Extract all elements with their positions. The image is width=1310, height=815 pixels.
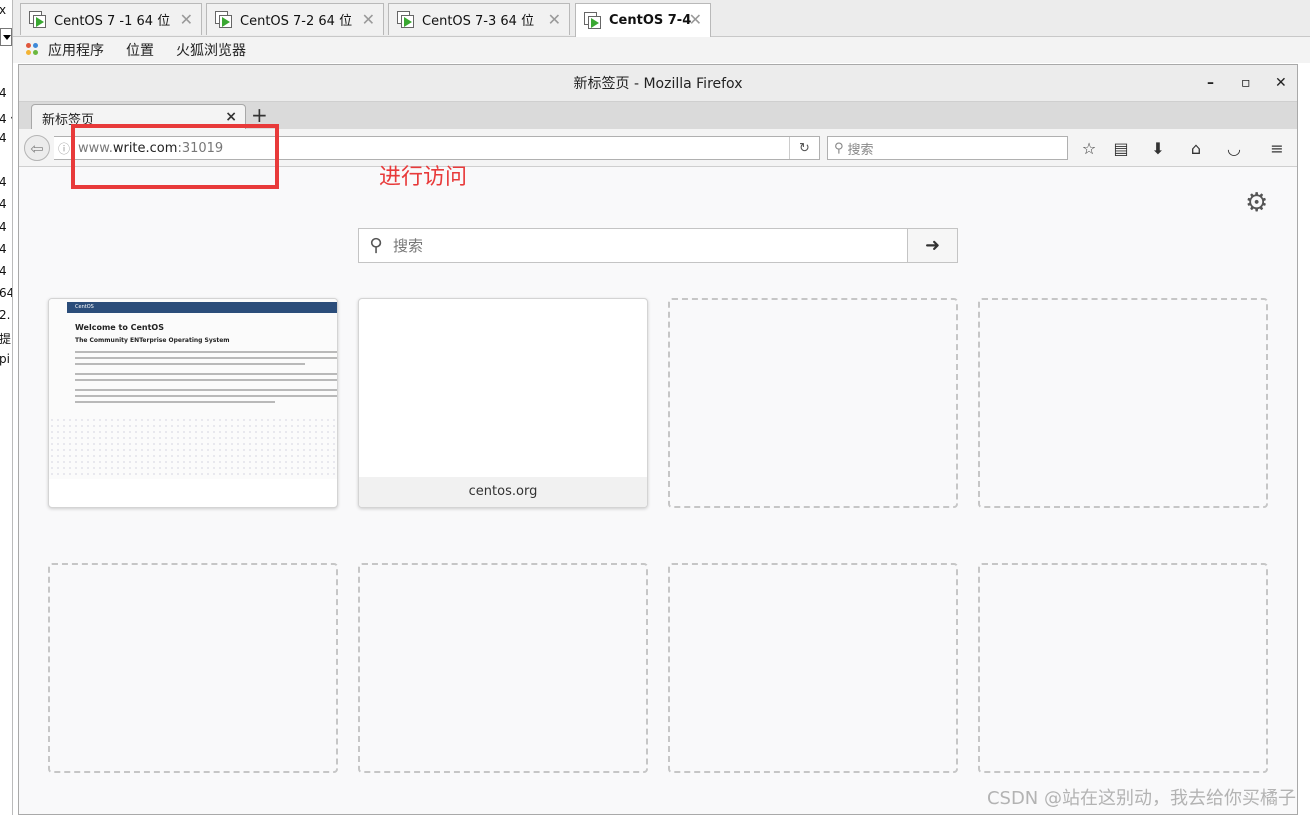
strip-fragment: pi [0,352,10,366]
home-icon[interactable]: ⌂ [1184,136,1208,160]
vm-tab-label: CentOS 7-4 [609,13,692,28]
gnome-top-bar: 应用程序 位置 火狐浏览器 [13,37,1310,63]
strip-fragment: 64 [0,286,12,300]
strip-fragment: 4 [0,242,7,256]
top-site-tile-centos-org[interactable]: centos.org [358,298,648,508]
vm-tab-centos-7-3[interactable]: CentOS 7-3 64 位 ✕ [388,3,570,35]
top-site-tile-centos-thumbnail[interactable]: CentOS Welcome to CentOS The Community E… [48,298,338,508]
close-tab-icon[interactable]: × [225,109,237,125]
empty-tile [358,563,648,773]
minimize-icon[interactable]: – [1207,75,1214,91]
empty-tile [668,298,958,508]
vm-running-icon [215,10,233,29]
vm-running-icon [584,11,602,30]
reading-list-icon[interactable]: ▤ [1109,136,1133,160]
gear-icon[interactable]: ⚙ [1245,188,1268,218]
search-icon: ⚲ [834,140,844,156]
empty-tile [978,298,1268,508]
applications-icon [26,43,40,57]
pocket-icon[interactable]: ◡ [1222,136,1246,160]
thumbnail-subheading: The Community ENTerprise Operating Syste… [75,337,230,344]
strip-fragment: x [0,3,6,17]
bookmark-star-icon[interactable]: ☆ [1077,136,1101,160]
content-search-box[interactable]: ⚲ 搜索 ➜ [358,228,958,263]
firefox-launcher[interactable]: 火狐浏览器 [176,40,246,60]
download-icon[interactable]: ⬇ [1146,136,1170,160]
close-icon[interactable]: ✕ [548,10,561,29]
vm-running-icon [397,10,415,29]
site-info-icon[interactable]: ⓘ [58,140,72,157]
strip-fragment: 4 [0,86,7,100]
vm-tab-bar: CentOS 7 -1 64 位 ✕ CentOS 7-2 64 位 ✕ Cen… [13,0,1310,37]
vm-tab-centos-7-2[interactable]: CentOS 7-2 64 位 ✕ [206,3,384,35]
strip-fragment: 提 [0,332,12,346]
centos-page-thumbnail: CentOS Welcome to CentOS The Community E… [49,299,337,479]
reload-icon[interactable]: ↻ [789,137,819,159]
places-menu[interactable]: 位置 [126,40,154,60]
search-placeholder: 搜索 [847,142,874,158]
annotation-highlight-box [71,124,279,189]
content-search-placeholder: 搜索 [393,237,424,255]
window-title: 新标签页 - Mozilla Firefox [573,76,743,92]
vm-library-strip: x 4 4 位 4 4 4 4 4 4 64 2. 提 pi [0,0,13,815]
window-titlebar: 新标签页 - Mozilla Firefox – ▫ ✕ [19,65,1297,101]
empty-tile [48,563,338,773]
maximize-icon[interactable]: ▫ [1241,75,1251,91]
strip-fragment: 4 [0,264,7,278]
strip-fragment: 4 [0,197,7,211]
back-arrow-icon: ⇦ [30,138,44,158]
applications-menu[interactable]: 应用程序 [48,40,104,60]
vm-tab-label: CentOS 7-3 64 位 [422,14,535,29]
close-icon[interactable]: ✕ [180,10,193,29]
strip-fragment: 4 位 [0,110,12,127]
vm-tab-label: CentOS 7 -1 64 位 [54,14,171,29]
tile-caption: centos.org [359,477,647,507]
close-icon[interactable]: ✕ [689,10,702,29]
strip-fragment: 4 [0,175,7,189]
strip-fragment: 4 [0,131,7,145]
back-button[interactable]: ⇦ [24,135,50,161]
strip-fragment: 2. [0,308,11,322]
csdn-watermark: CSDN @站在这别动，我去给你买橘子 [986,788,1296,809]
thumbnail-heading: Welcome to CentOS [75,323,164,332]
vm-tab-centos-7-4[interactable]: CentOS 7-4 ✕ [575,3,711,37]
empty-tile [978,563,1268,773]
annotation-label: 进行访问 [379,165,468,190]
empty-tile [668,563,958,773]
close-window-icon[interactable]: ✕ [1275,75,1287,91]
strip-dropdown[interactable] [0,28,12,46]
toolbar-search-field[interactable]: ⚲ 搜索 [827,136,1068,160]
vm-running-icon [29,10,47,29]
menu-icon[interactable]: ≡ [1265,136,1289,160]
search-go-button[interactable]: ➜ [907,229,957,262]
strip-fragment: 4 [0,220,7,234]
vm-tab-label: CentOS 7-2 64 位 [240,14,353,29]
vm-tab-centos-7-1[interactable]: CentOS 7 -1 64 位 ✕ [20,3,202,35]
close-icon[interactable]: ✕ [362,10,375,29]
search-icon: ⚲ [369,235,383,256]
